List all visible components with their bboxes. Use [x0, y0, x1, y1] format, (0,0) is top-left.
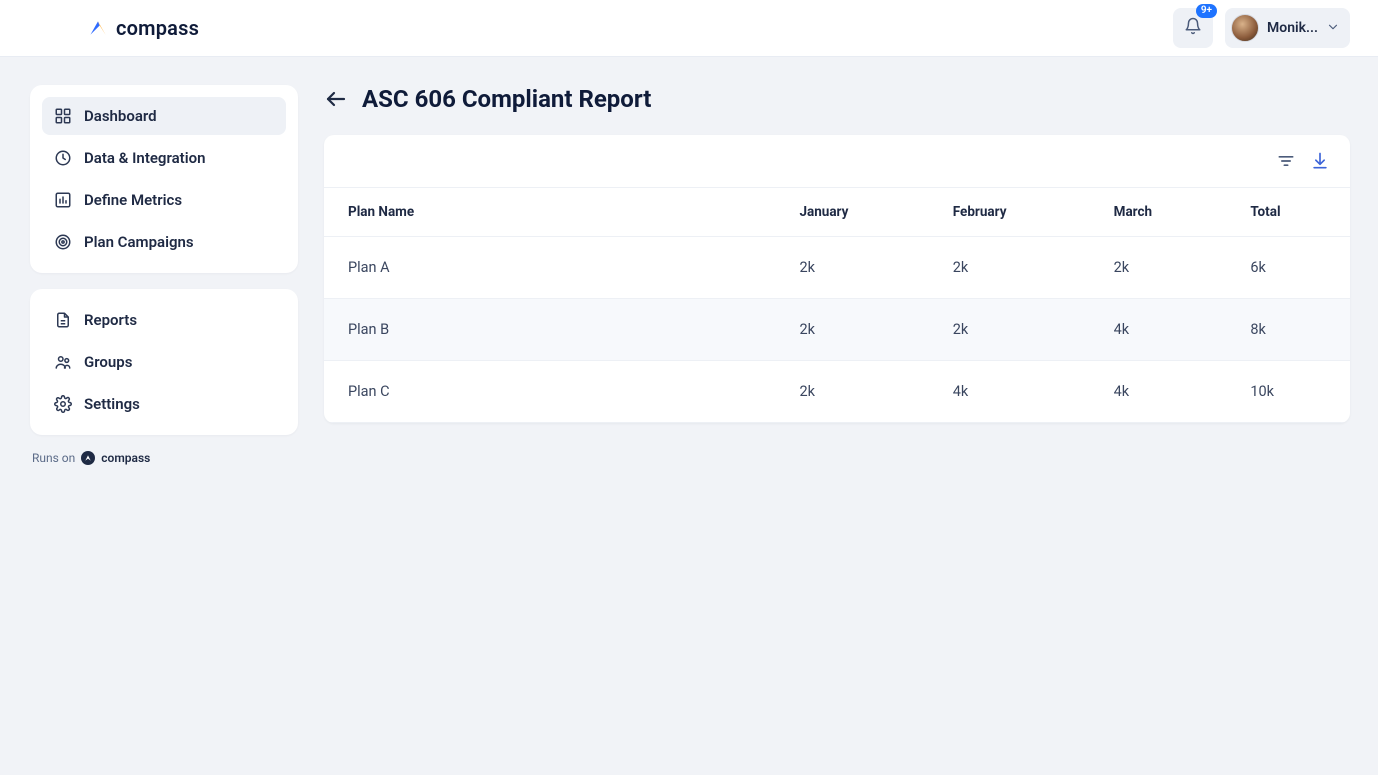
sidebar-item-label: Groups — [84, 353, 132, 371]
cell-name: Plan B — [324, 299, 775, 361]
sidebar-item-data-integration[interactable]: Data & Integration — [42, 139, 286, 177]
sidebar-group-primary: Dashboard Data & Integration Define Metric… — [30, 85, 298, 273]
report-table: Plan NameJanuaryFebruaryMarchTotal Plan … — [324, 188, 1350, 423]
sidebar-item-label: Dashboard — [84, 107, 157, 125]
avatar — [1231, 14, 1259, 42]
sidebar-item-label: Settings — [84, 395, 140, 413]
back-button[interactable] — [324, 87, 348, 111]
page-title: ASC 606 Compliant Report — [362, 85, 651, 113]
runs-on-brand: compass — [101, 451, 150, 465]
table-header-row: Plan NameJanuaryFebruaryMarchTotal — [324, 188, 1350, 237]
cell-march: 4k — [1090, 299, 1227, 361]
sidebar-item-plan-campaigns[interactable]: Plan Campaigns — [42, 223, 286, 261]
sidebar-item-label: Define Metrics — [84, 191, 182, 209]
sidebar-item-dashboard[interactable]: Dashboard — [42, 97, 286, 135]
cell-name: Plan A — [324, 237, 775, 299]
brand[interactable]: compass — [88, 16, 199, 40]
header-right: 9+ Monik... — [1173, 8, 1350, 48]
metrics-icon — [54, 191, 72, 209]
cell-total: 8k — [1226, 299, 1350, 361]
cell-february: 4k — [929, 361, 1090, 423]
cell-january: 2k — [775, 237, 928, 299]
dashboard-icon — [54, 107, 72, 125]
brand-name: compass — [116, 16, 199, 40]
groups-icon — [54, 353, 72, 371]
sidebar-item-groups[interactable]: Groups — [42, 343, 286, 381]
cell-february: 2k — [929, 299, 1090, 361]
column-header: Plan Name — [324, 188, 775, 237]
cell-march: 2k — [1090, 237, 1227, 299]
column-header: January — [775, 188, 928, 237]
table-row: Plan C2k4k4k10k — [324, 361, 1350, 423]
column-header: February — [929, 188, 1090, 237]
topbar: compass 9+ Monik... — [0, 0, 1378, 57]
cell-january: 2k — [775, 361, 928, 423]
reports-icon — [54, 311, 72, 329]
main-content: ASC 606 Compliant Report Plan NameJanuar… — [324, 85, 1350, 465]
chevron-down-icon — [1326, 19, 1340, 38]
report-card: Plan NameJanuaryFebruaryMarchTotal Plan … — [324, 135, 1350, 423]
sidebar-item-define-metrics[interactable]: Define Metrics — [42, 181, 286, 219]
sidebar: Dashboard Data & Integration Define Metric… — [30, 85, 298, 465]
notifications-button[interactable]: 9+ — [1173, 8, 1213, 48]
page-body: Dashboard Data & Integration Define Metric… — [0, 57, 1378, 465]
sidebar-item-reports[interactable]: Reports — [42, 301, 286, 339]
runs-on-label: Runs on — [32, 451, 75, 465]
target-icon — [54, 233, 72, 251]
download-button[interactable] — [1310, 151, 1330, 171]
filter-button[interactable] — [1276, 151, 1296, 171]
table-row: Plan B2k2k4k8k — [324, 299, 1350, 361]
page-title-row: ASC 606 Compliant Report — [324, 85, 1350, 113]
cell-name: Plan C — [324, 361, 775, 423]
brand-logo-icon — [88, 18, 108, 38]
sidebar-item-label: Plan Campaigns — [84, 233, 194, 251]
user-name-label: Monik... — [1267, 20, 1318, 36]
runs-on-footer: Runs on compass — [30, 451, 298, 465]
cell-total: 10k — [1226, 361, 1350, 423]
compass-mini-logo-icon — [81, 451, 95, 465]
sidebar-item-label: Reports — [84, 311, 137, 329]
table-row: Plan A2k2k2k6k — [324, 237, 1350, 299]
data-icon — [54, 149, 72, 167]
notification-badge: 9+ — [1196, 4, 1217, 18]
sidebar-item-settings[interactable]: Settings — [42, 385, 286, 423]
sidebar-item-label: Data & Integration — [84, 149, 205, 167]
column-header: March — [1090, 188, 1227, 237]
report-toolbar — [324, 135, 1350, 188]
cell-total: 6k — [1226, 237, 1350, 299]
bell-icon — [1184, 17, 1202, 39]
cell-march: 4k — [1090, 361, 1227, 423]
sidebar-group-secondary: Reports Groups Settings — [30, 289, 298, 435]
cell-february: 2k — [929, 237, 1090, 299]
user-menu-button[interactable]: Monik... — [1225, 8, 1350, 48]
column-header: Total — [1226, 188, 1350, 237]
settings-icon — [54, 395, 72, 413]
cell-january: 2k — [775, 299, 928, 361]
